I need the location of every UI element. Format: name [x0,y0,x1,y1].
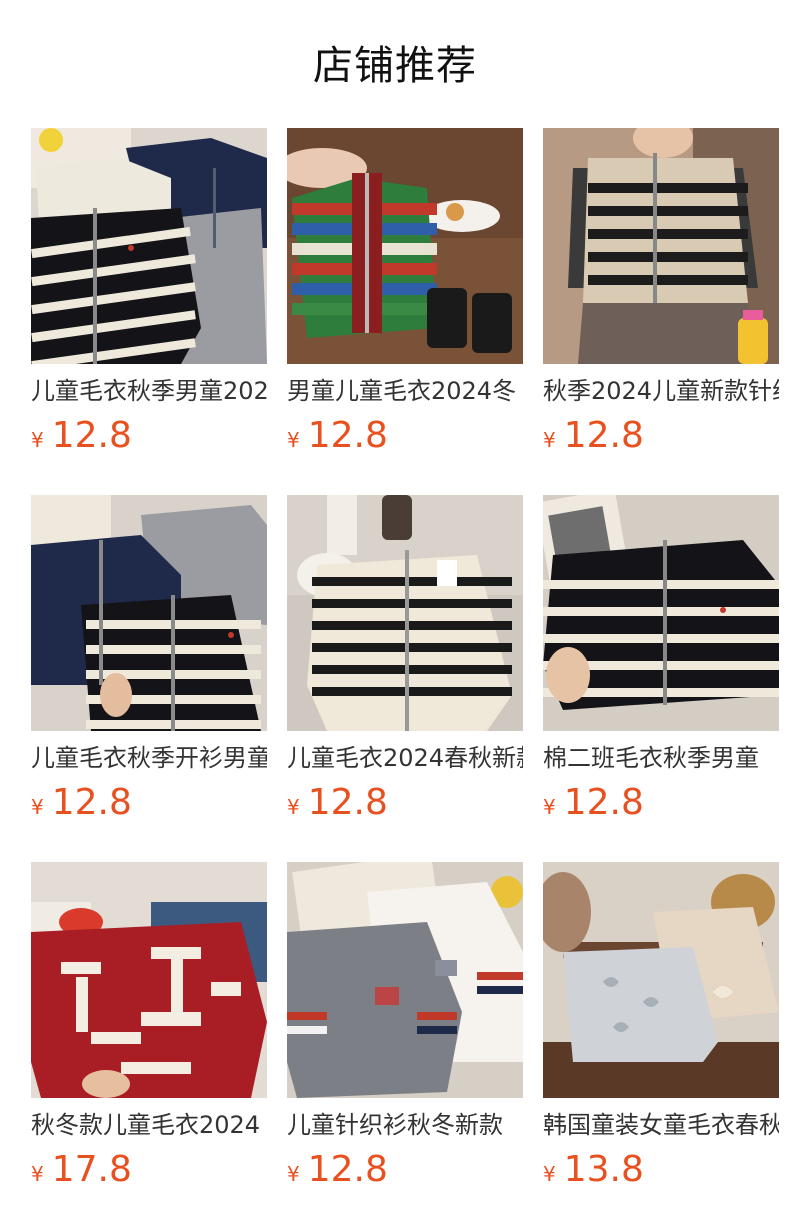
price-amount: 12.8 [307,1149,388,1190]
currency-symbol: ¥ [31,428,44,452]
product-title[interactable]: 儿童针织衫秋冬新款 [287,1108,523,1142]
currency-symbol: ¥ [543,1162,556,1186]
price-amount: 12.8 [307,782,388,823]
section-title: 店铺推荐 [313,43,477,89]
product-price: ¥13.8 [543,1148,644,1192]
price-amount: 12.8 [563,782,644,823]
product-image[interactable] [543,128,779,364]
product-title[interactable]: 儿童毛衣秋季男童2024 [31,374,267,408]
price-amount: 12.8 [307,415,388,456]
currency-symbol: ¥ [287,1162,300,1186]
product-card[interactable]: 儿童针织衫秋冬新款 ¥12.8 [287,862,523,1202]
product-price: ¥12.8 [543,781,644,825]
price-amount: 12.8 [51,415,132,456]
price-amount: 17.8 [51,1149,132,1190]
currency-symbol: ¥ [31,795,44,819]
product-card[interactable]: 男童儿童毛衣2024冬 ¥12.8 [287,128,523,468]
product-image[interactable] [31,495,267,731]
product-card[interactable]: 棉二班毛衣秋季男童 ¥12.8 [543,495,779,835]
product-image[interactable] [287,128,523,364]
product-image[interactable] [543,495,779,731]
product-card[interactable]: 儿童毛衣秋季男童2024 ¥12.8 [31,128,267,468]
product-title[interactable]: 男童儿童毛衣2024冬 [287,374,523,408]
product-card[interactable]: 秋冬款儿童毛衣2024 ¥17.8 [31,862,267,1202]
product-price: ¥12.8 [31,781,132,825]
product-image[interactable] [287,495,523,731]
product-title[interactable]: 儿童毛衣2024春秋新款 [287,741,523,775]
product-price: ¥12.8 [287,781,388,825]
currency-symbol: ¥ [543,428,556,452]
product-card[interactable]: 韩国童装女童毛衣春秋 ¥13.8 [543,862,779,1202]
currency-symbol: ¥ [31,1162,44,1186]
product-title[interactable]: 秋季2024儿童新款针织 [543,374,779,408]
product-price: ¥12.8 [287,1148,388,1192]
product-image[interactable] [31,862,267,1098]
product-title[interactable]: 儿童毛衣秋季开衫男童 [31,741,267,775]
currency-symbol: ¥ [287,428,300,452]
product-image[interactable] [543,862,779,1098]
product-price: ¥12.8 [287,414,388,458]
product-title[interactable]: 秋冬款儿童毛衣2024 [31,1108,267,1142]
currency-symbol: ¥ [543,795,556,819]
product-title[interactable]: 韩国童装女童毛衣春秋 [543,1108,779,1142]
product-price: ¥12.8 [543,414,644,458]
price-amount: 13.8 [563,1149,644,1190]
currency-symbol: ¥ [287,795,300,819]
product-price: ¥17.8 [31,1148,132,1192]
product-image[interactable] [287,862,523,1098]
product-title[interactable]: 棉二班毛衣秋季男童 [543,741,779,775]
product-card[interactable]: 秋季2024儿童新款针织 ¥12.8 [543,128,779,468]
price-amount: 12.8 [563,415,644,456]
product-card[interactable]: 儿童毛衣秋季开衫男童 ¥12.8 [31,495,267,835]
product-price: ¥12.8 [31,414,132,458]
product-card[interactable]: 儿童毛衣2024春秋新款 ¥12.8 [287,495,523,835]
product-image[interactable] [31,128,267,364]
price-amount: 12.8 [51,782,132,823]
